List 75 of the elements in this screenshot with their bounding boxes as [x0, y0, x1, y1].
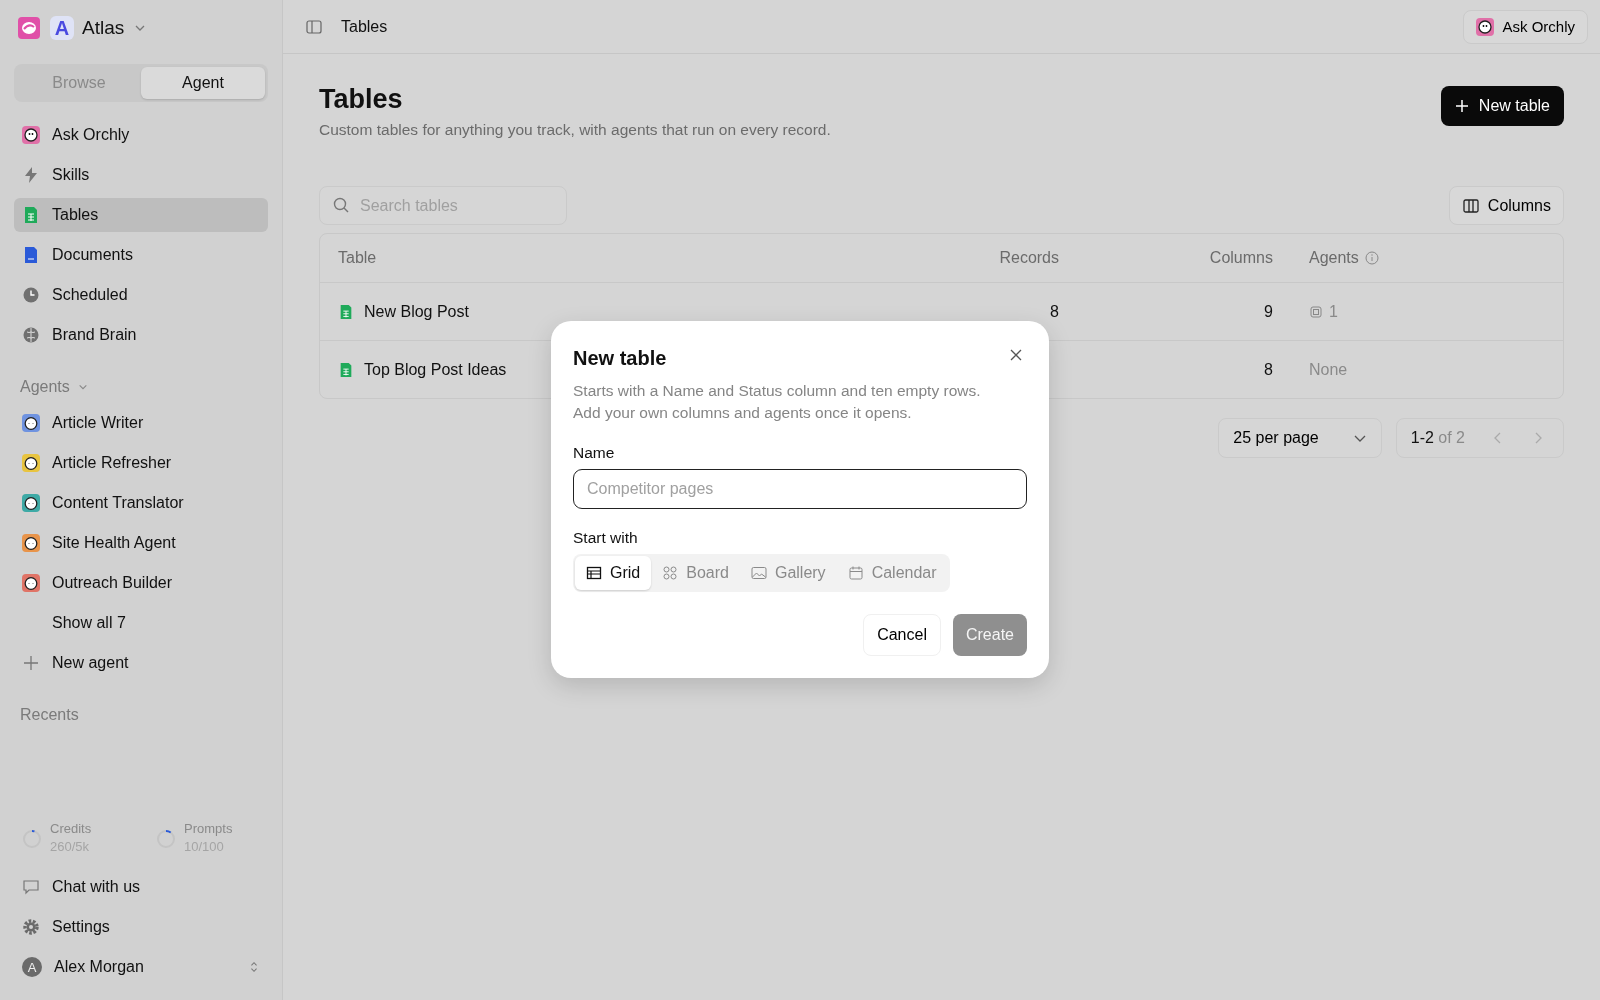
- chevron-down-icon[interactable]: [77, 382, 88, 392]
- table-cell: 8: [1050, 302, 1059, 320]
- spreadsheet-icon: [338, 361, 354, 378]
- chat-bubble-icon: [22, 878, 40, 896]
- clock-icon: [22, 286, 40, 304]
- spreadsheet-icon: [22, 206, 40, 224]
- nav-item[interactable]: Skills: [14, 158, 268, 192]
- user-menu[interactable]: A Alex Morgan: [14, 950, 268, 984]
- usage-label: Prompts: [184, 821, 233, 836]
- usage-label: Credits: [50, 821, 92, 836]
- user-avatar: A: [22, 957, 42, 977]
- logo-icon: [18, 17, 40, 39]
- field-label: Name: [573, 444, 616, 462]
- page-breadcrumb: Tables: [341, 17, 388, 36]
- spreadsheet-icon: [338, 303, 354, 320]
- dialog-title: New table: [573, 347, 667, 370]
- page-title: Tables: [319, 84, 404, 115]
- show-all-link[interactable]: Show all 7: [14, 606, 268, 640]
- chat-link[interactable]: Chat with us: [14, 870, 268, 904]
- settings-link[interactable]: Settings: [14, 910, 268, 944]
- nav-item[interactable]: Documents: [14, 238, 268, 272]
- column-header: Agents: [1309, 249, 1359, 267]
- columns-button[interactable]: Columns: [1448, 186, 1564, 225]
- settings-icon: [22, 918, 40, 936]
- agent-item[interactable]: Outreach Builder: [14, 566, 268, 600]
- columns-icon: [1461, 196, 1480, 215]
- table-cell: 9: [1264, 302, 1273, 320]
- field-label: Start with: [573, 529, 639, 547]
- info-icon: [1364, 251, 1379, 265]
- table-name[interactable]: Top Blog Post Ideas: [364, 360, 507, 379]
- column-header: Table: [338, 249, 378, 267]
- board-icon: [662, 565, 679, 581]
- page-range: 1-2 of 2: [1410, 429, 1465, 447]
- nav-item[interactable]: Tables: [14, 198, 268, 232]
- table-cell: None: [1309, 360, 1348, 379]
- calendar-icon: [847, 565, 864, 581]
- new-agent-button[interactable]: New agent: [14, 646, 268, 680]
- face-icon: [22, 126, 40, 144]
- agent-item[interactable]: Article Writer: [14, 406, 268, 440]
- agent-item[interactable]: Site Health Agent: [14, 526, 268, 560]
- nav-item[interactable]: Ask Orchly: [14, 118, 268, 152]
- plus-icon: [1454, 99, 1469, 113]
- ask-orchly-button[interactable]: Ask Orchly: [1463, 9, 1588, 44]
- grid-icon: [586, 565, 602, 581]
- view-type-option[interactable]: Grid: [575, 556, 652, 590]
- updown-chevron-icon: [248, 961, 260, 973]
- face-icon: [1476, 17, 1495, 36]
- plus-icon: [22, 654, 40, 672]
- document-icon: [22, 246, 40, 264]
- name-field[interactable]: Competitor pages: [573, 469, 1027, 509]
- column-header: Columns: [1208, 249, 1273, 267]
- table-name[interactable]: New Blog Post: [364, 302, 469, 321]
- dialog-description: Starts with a Name and Status column and ten empty rows. Add your own columns and agents once it opens.: [573, 381, 982, 423]
- nav-item[interactable]: Scheduled: [14, 278, 268, 312]
- progress-ring: [22, 829, 42, 849]
- chip-icon: [1309, 304, 1323, 319]
- agent-item[interactable]: Article Refresher: [14, 446, 268, 480]
- search-icon: [332, 196, 350, 214]
- column-header: Records: [998, 249, 1059, 267]
- new-table-button[interactable]: New table: [1440, 86, 1564, 126]
- agent-item[interactable]: Content Translator: [14, 486, 268, 520]
- workspace-avatar: A: [50, 16, 74, 40]
- cancel-button[interactable]: Cancel: [863, 614, 941, 656]
- workspace-name[interactable]: Atlas: [82, 17, 125, 39]
- progress-ring: [156, 829, 176, 849]
- image-icon: [750, 565, 767, 581]
- sidebar-toggle-icon[interactable]: [305, 17, 323, 36]
- nav-item[interactable]: Brand Brain: [14, 318, 268, 352]
- close-icon[interactable]: [1009, 348, 1023, 362]
- lightning-icon: [22, 166, 40, 184]
- mode-tab[interactable]: Agent: [141, 67, 265, 99]
- page-subtitle: Custom tables for anything you track, with agents that run on every record.: [319, 121, 831, 139]
- table-cell: 8: [1264, 360, 1273, 378]
- table-cell: 1: [1329, 302, 1338, 321]
- per-page-select[interactable]: 25 per page: [1218, 418, 1382, 458]
